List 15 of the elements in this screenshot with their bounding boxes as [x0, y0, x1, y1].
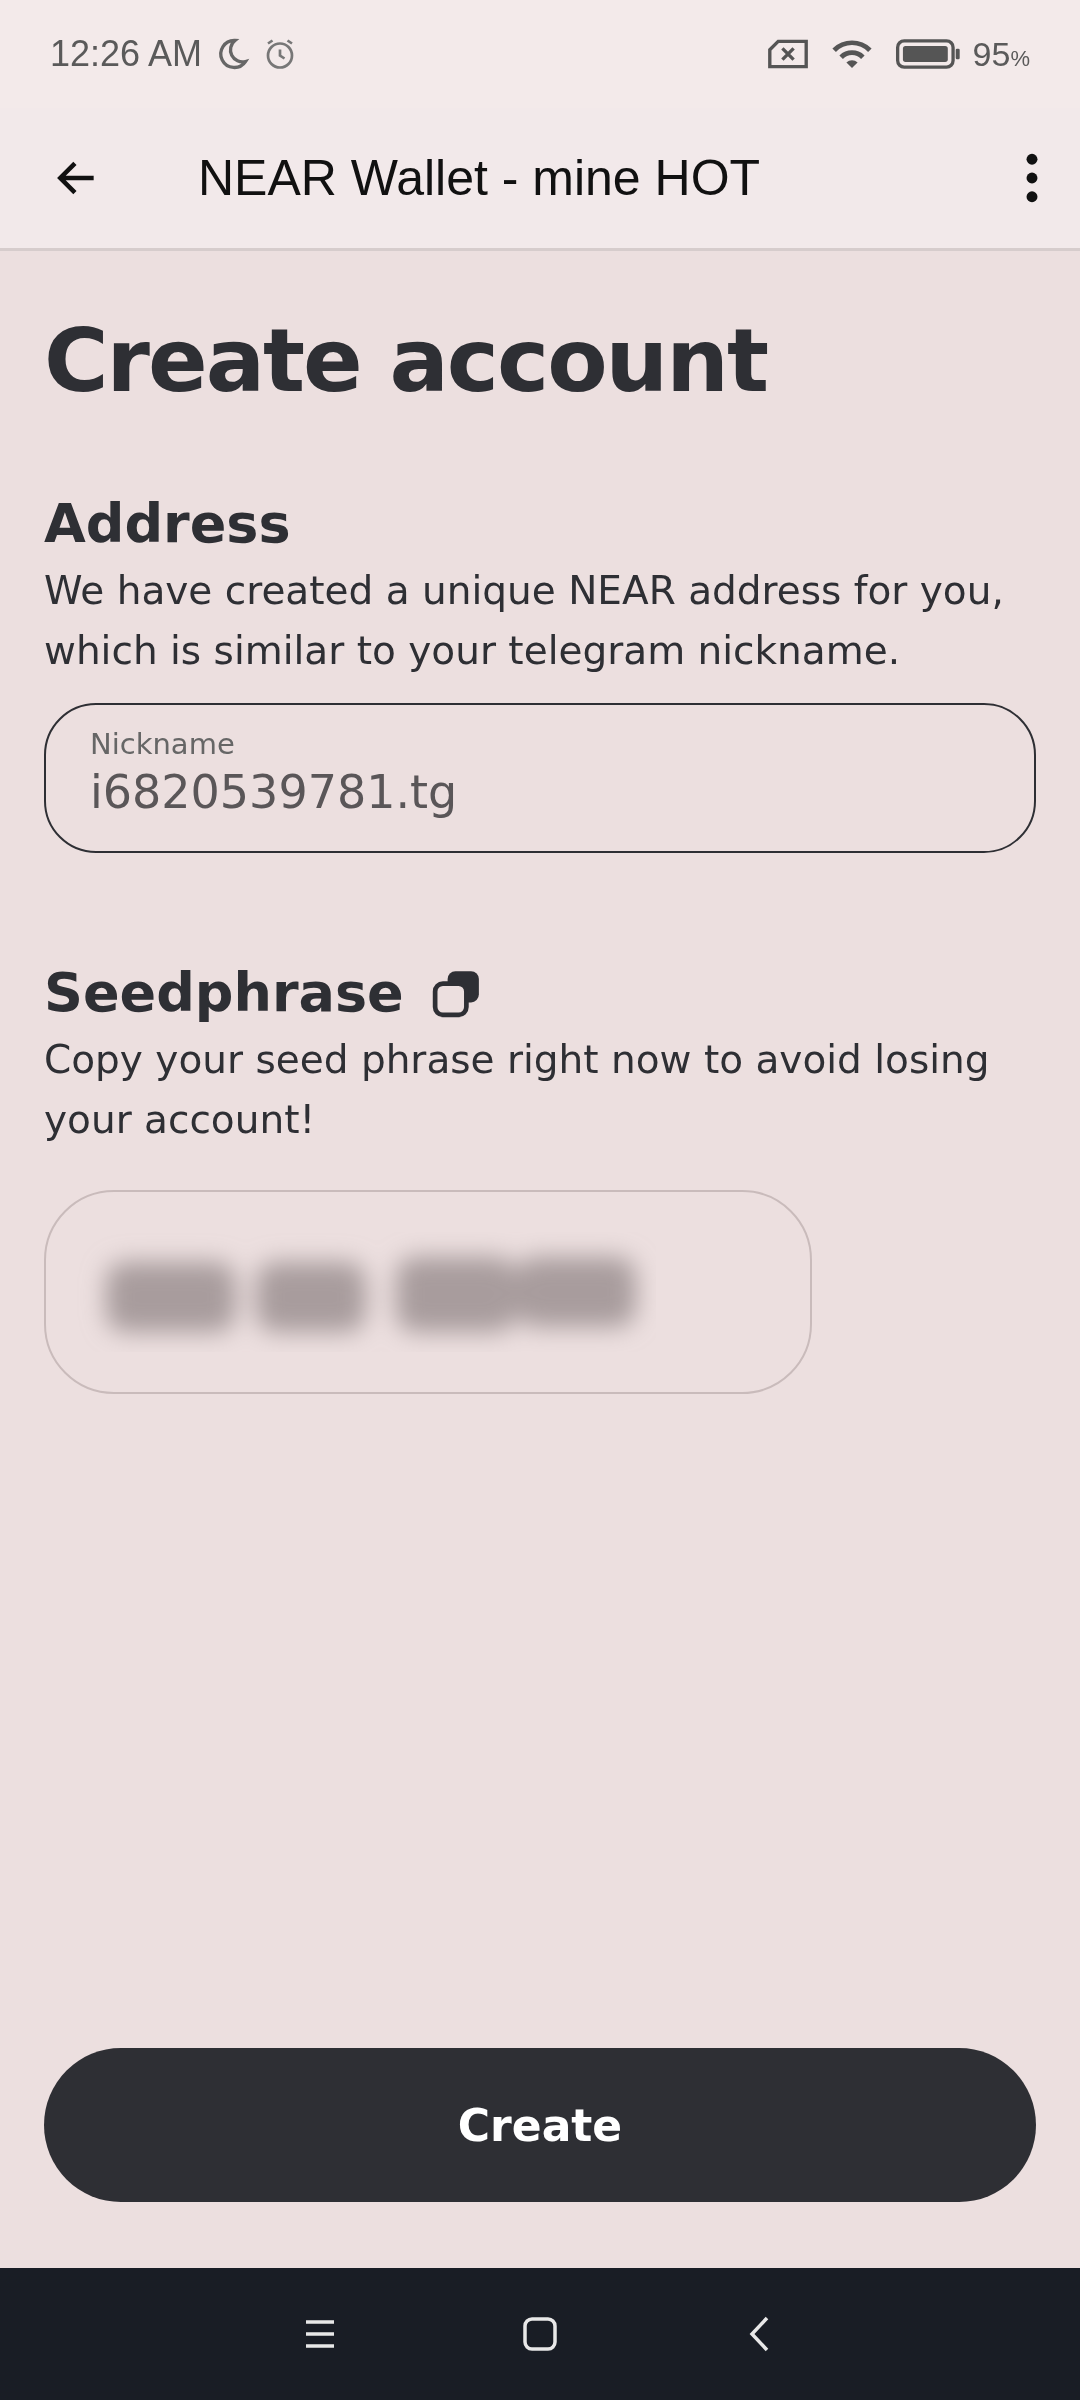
- app-bar-title: NEAR Wallet - mine HOT: [198, 149, 762, 207]
- section-heading: Address: [44, 492, 292, 555]
- create-button[interactable]: Create: [44, 2048, 1036, 2202]
- sim-off-icon: [766, 37, 809, 71]
- status-time: 12:26 AM: [50, 33, 203, 75]
- battery-icon: [894, 38, 961, 70]
- section-heading: Seedphrase: [44, 961, 404, 1024]
- more-options-icon[interactable]: [1024, 153, 1040, 203]
- home-square-icon[interactable]: [520, 2314, 560, 2354]
- section-description: Copy your seed phrase right now to avoid losing your account!: [44, 1036, 991, 1144]
- section-description: We have created a unique NEAR address for you, which is similar to your telegram nickname.: [44, 567, 1005, 675]
- page-title: Create account: [44, 309, 768, 412]
- battery-percent: 95: [972, 34, 1011, 74]
- nickname-field[interactable]: Nickname i6820539781.tg: [44, 703, 1036, 853]
- percent-sign: %: [1010, 45, 1030, 72]
